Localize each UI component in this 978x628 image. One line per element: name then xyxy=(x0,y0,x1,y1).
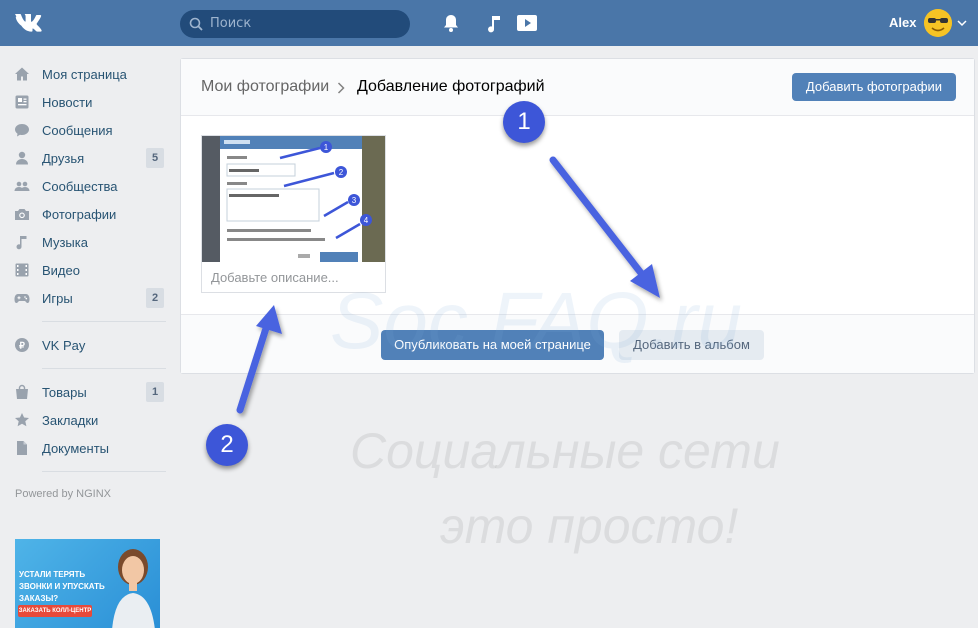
chevron-right-icon xyxy=(337,82,345,94)
ad-woman-photo xyxy=(112,549,155,628)
sidebar-item-label: Документы xyxy=(42,440,110,456)
sidebar-item-friends[interactable]: Друзья 5 xyxy=(14,146,166,170)
sidebar-divider xyxy=(42,321,166,322)
sidebar-item-label: VK Pay xyxy=(42,337,86,353)
emoji-sunglasses-icon xyxy=(924,9,952,37)
screenshot-thumbnail-image: 1 2 3 4 xyxy=(202,136,385,262)
sidebar-item-video[interactable]: Видео xyxy=(14,258,166,282)
bag-icon xyxy=(16,384,28,399)
vkpay-icon: ₽ xyxy=(15,338,29,352)
sidebar-item-groups[interactable]: Сообщества xyxy=(14,174,166,198)
sidebar-item-label: Видео xyxy=(42,262,80,278)
sidebar-item-label: Фотографии xyxy=(42,206,117,222)
svg-text:4: 4 xyxy=(364,216,369,225)
ad-text: УСТАЛИ ТЕРЯТЬ ЗВОНКИ И УПУСКАТЬ ЗАКАЗЫ? xyxy=(19,570,105,603)
sidebar-item-label: Сообщества xyxy=(42,178,118,194)
play-icon[interactable] xyxy=(516,13,538,33)
annotation-marker-2: 2 xyxy=(206,424,248,466)
svg-text:3: 3 xyxy=(352,196,357,205)
watermark-site: Soc FAQ.ru xyxy=(330,276,742,365)
gamepad-icon xyxy=(14,294,30,303)
sidebar-divider xyxy=(42,471,166,472)
watermark-line2: это просто! xyxy=(440,498,739,554)
search-placeholder: Поиск xyxy=(210,16,252,31)
goods-count-badge: 1 xyxy=(146,382,164,402)
sidebar-item-label: Игры xyxy=(42,290,73,306)
sidebar-item-news[interactable]: Новости xyxy=(14,90,166,114)
add-photos-button[interactable]: Добавить фотографии xyxy=(792,73,956,101)
sidebar-item-messages[interactable]: Сообщения xyxy=(14,118,166,142)
star-icon xyxy=(15,413,29,427)
sidebar-item-label: Новости xyxy=(42,94,93,110)
photo-thumbnail[interactable]: 1 2 3 4 xyxy=(202,136,385,262)
sidebar-item-goods[interactable]: Товары 1 xyxy=(14,380,166,404)
user-name[interactable]: Alex xyxy=(889,15,916,30)
description-input[interactable]: Добавьте описание... xyxy=(211,270,339,285)
sidebar-item-label: Музыка xyxy=(42,234,88,250)
sidebar-item-games[interactable]: Игры 2 xyxy=(14,286,166,310)
search-input[interactable]: Поиск xyxy=(180,10,410,38)
svg-text:1: 1 xyxy=(324,143,329,152)
sidebar-item-vkpay[interactable]: ₽ VK Pay xyxy=(14,333,166,357)
friends-count-badge: 5 xyxy=(146,148,164,168)
sidebar-item-bookmarks[interactable]: Закладки xyxy=(14,408,166,432)
sidebar-item-label: Закладки xyxy=(42,412,99,428)
powered-by-text: Powered by NGINX xyxy=(15,488,111,500)
svg-text:2: 2 xyxy=(339,168,344,177)
vk-logo-icon[interactable] xyxy=(14,12,48,34)
games-count-badge: 2 xyxy=(146,288,164,308)
home-icon xyxy=(15,67,29,81)
sidebar-item-my-page[interactable]: Моя страница xyxy=(14,62,166,86)
messages-icon xyxy=(15,124,29,137)
search-icon xyxy=(189,17,203,31)
news-icon xyxy=(15,95,29,109)
svg-text:₽: ₽ xyxy=(19,340,25,350)
sidebar-item-label: Сообщения xyxy=(42,122,113,138)
sidebar-item-label: Моя страница xyxy=(42,66,127,82)
uploaded-photo-item[interactable]: 1 2 3 4 Добавьте описание... xyxy=(201,135,386,293)
camera-icon xyxy=(15,209,29,220)
sidebar-item-label: Друзья xyxy=(42,150,85,166)
sidebar-divider xyxy=(42,368,166,369)
sidebar-item-music[interactable]: Музыка xyxy=(14,230,166,254)
document-icon xyxy=(17,441,27,455)
watermark-line1: Социальные сети xyxy=(350,423,780,479)
sidebar-item-photos[interactable]: Фотографии xyxy=(14,202,166,226)
annotation-marker-1: 1 xyxy=(503,101,545,143)
ad-banner[interactable]: УСТАЛИ ТЕРЯТЬ ЗВОНКИ И УПУСКАТЬ ЗАКАЗЫ? … xyxy=(15,539,160,628)
chevron-down-icon[interactable] xyxy=(957,19,967,27)
friends-icon xyxy=(16,151,28,165)
top-header: Поиск Alex xyxy=(0,0,978,46)
bell-icon[interactable] xyxy=(440,13,462,33)
card-header: Мои фотографии Добавление фотографий Доб… xyxy=(181,59,974,116)
video-icon xyxy=(15,263,29,277)
breadcrumb-my-photos[interactable]: Мои фотографии xyxy=(201,78,329,96)
music-note-icon[interactable] xyxy=(484,13,506,33)
groups-icon xyxy=(14,181,30,191)
avatar[interactable] xyxy=(924,9,952,37)
ad-button[interactable]: ЗАКАЗАТЬ КОЛЛ-ЦЕНТР xyxy=(18,605,92,617)
music-icon xyxy=(16,236,27,250)
sidebar-item-label: Товары xyxy=(42,384,87,400)
page-title: Добавление фотографий xyxy=(357,78,545,95)
sidebar-item-documents[interactable]: Документы xyxy=(14,436,166,460)
